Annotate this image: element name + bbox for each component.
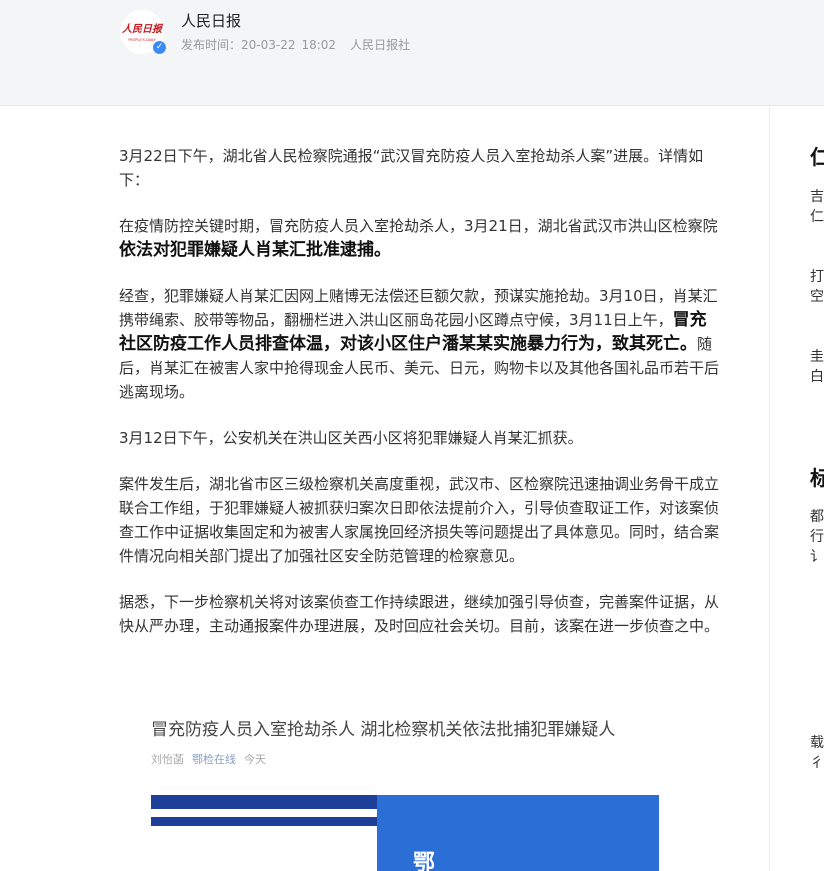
sidebar-item-11[interactable]: 彳: [810, 752, 824, 772]
publish-time: 18:02: [301, 38, 337, 52]
paragraph-1: 3月22日下午，湖北省人民检察院通报“武汉冒充防疫人员入室抢劫杀人案”进展。详情…: [119, 147, 704, 189]
embed-time: 今天: [244, 753, 266, 766]
embedded-article-screenshot[interactable]: 冒充防疫人员入室抢劫杀人 湖北检察机关依法批捕犯罪嫌疑人 刘怡菡 鄂检在线 今天 鄂: [119, 700, 723, 871]
embed-source: 鄂检在线: [192, 753, 236, 766]
embed-title: 冒充防疫人员入室抢劫杀人 湖北检察机关依法批捕犯罪嫌疑人: [151, 720, 616, 740]
embed-meta: 刘怡菡 鄂检在线 今天: [151, 751, 266, 767]
paragraph-2: 在疫情防控关键时期，冒充防疫人员入室抢劫杀人，3月21日，湖北省武汉市洪山区检察…: [119, 214, 723, 262]
embed-banner-image: 鄂: [151, 795, 659, 871]
embed-author: 刘怡菡: [151, 753, 184, 766]
sidebar-item-9[interactable]: 讠: [810, 546, 824, 566]
logo-subtext: PEOPLE'S DAILY: [128, 38, 156, 42]
sidebar-item-7[interactable]: 都: [810, 506, 824, 526]
article-body: 3月22日下午，湖北省人民检察院通报“武汉冒充防疫人员入室抢劫杀人案”进展。详情…: [119, 144, 723, 660]
sidebar-item-6[interactable]: 白: [810, 366, 824, 386]
sidebar-item-2[interactable]: 仁: [810, 206, 824, 226]
paragraph-2-emphasis: 依法对犯罪嫌疑人肖某汇批准逮捕。: [119, 240, 391, 260]
article-header: 人民日报 PEOPLE'S DAILY ✓ 人民日报 发布时间：20-03-22…: [0, 0, 824, 106]
author-name[interactable]: 人民日报: [181, 10, 241, 31]
sidebar-item-3[interactable]: 打: [810, 266, 824, 286]
banner-char: 鄂: [413, 851, 436, 871]
paragraph-3-text: 经查，犯罪嫌疑人肖某汇因网上赌博无法偿还巨额欠款，预谋实施抢劫。3月10日，肖某…: [119, 287, 718, 329]
paragraph-2-text: 在疫情防控关键时期，冒充防疫人员入室抢劫杀人，3月21日，湖北省武汉市洪山区检察…: [119, 217, 718, 235]
sidebar-divider: [769, 106, 770, 871]
paragraph-5: 案件发生后，湖北省市区三级检察机关高度重视，武汉市、区检察院迅速抽调业务骨干成立…: [119, 475, 720, 565]
paragraph-6: 据悉，下一步检察机关将对该案侦查工作持续跟进，继续加强引导侦查，完善案件证据，从…: [119, 593, 720, 635]
verified-icon: ✓: [152, 40, 167, 55]
publish-date: 发布时间：20-03-22: [181, 38, 296, 52]
paragraph-4: 3月12日下午，公安机关在洪山区关西小区将犯罪嫌疑人肖某汇抓获。: [119, 429, 583, 447]
sidebar-item-10[interactable]: 载: [810, 732, 824, 752]
sidebar-heading-2[interactable]: 标: [810, 462, 824, 491]
publish-source: 人民日报社: [350, 38, 411, 52]
sidebar-item-4[interactable]: 空: [810, 286, 824, 306]
sidebar-item-1[interactable]: 吉: [810, 186, 824, 206]
sidebar-heading-1[interactable]: 仁: [810, 141, 824, 170]
publish-meta: 发布时间：20-03-22 18:02 人民日报社: [181, 36, 416, 53]
sidebar-item-5[interactable]: 圭: [810, 346, 824, 366]
logo-text: 人民日报: [122, 23, 164, 35]
paragraph-3: 经查，犯罪嫌疑人肖某汇因网上赌博无法偿还巨额欠款，预谋实施抢劫。3月10日，肖某…: [119, 284, 723, 404]
sidebar-item-8[interactable]: 行: [810, 526, 824, 546]
